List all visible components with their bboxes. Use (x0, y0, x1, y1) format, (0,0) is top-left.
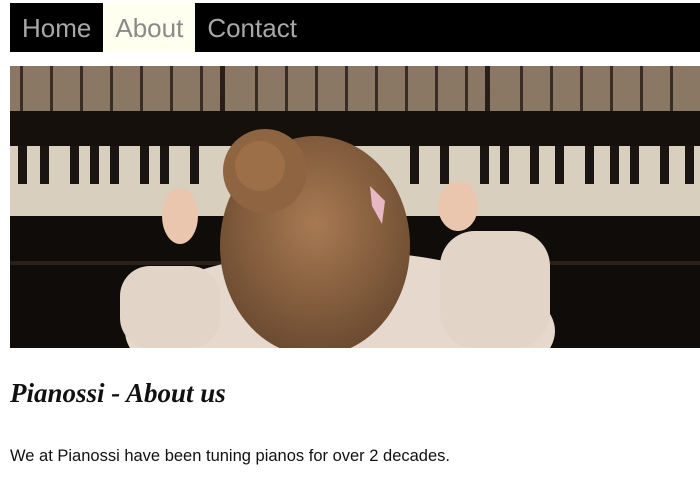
nav-contact-link[interactable]: Contact (195, 3, 309, 52)
hero-image (10, 66, 700, 348)
nav-home-link[interactable]: Home (10, 3, 103, 52)
intro-paragraph: We at Pianossi have been tuning pianos f… (10, 447, 450, 465)
nav-about-link[interactable]: About (103, 3, 196, 52)
page-title: Pianossi - About us (10, 378, 226, 408)
main-navbar: Home About Contact (10, 3, 700, 52)
